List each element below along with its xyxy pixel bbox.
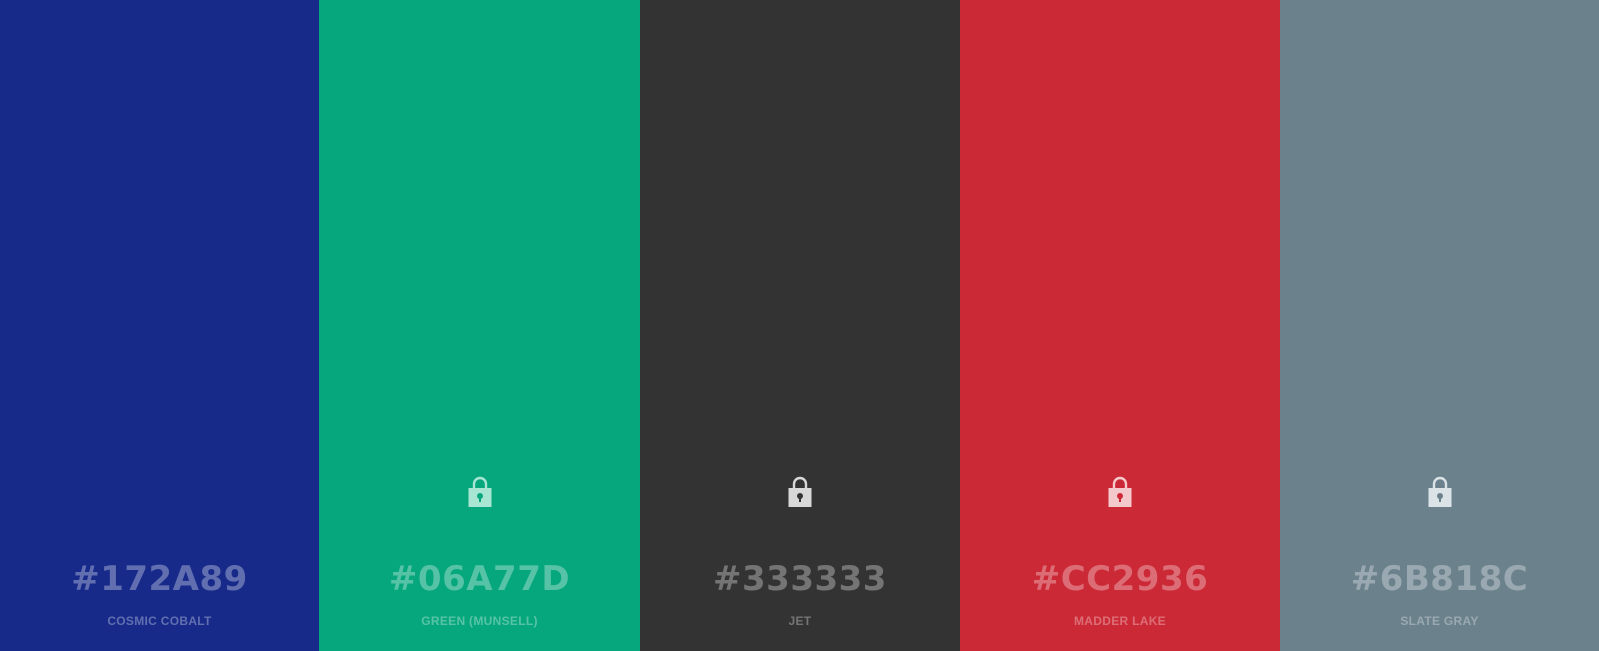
lock-icon[interactable] — [467, 474, 493, 508]
color-name: GREEN (MUNSELL) — [421, 614, 538, 628]
hex-code[interactable]: #333333 — [640, 556, 960, 602]
hex-code[interactable]: #06A77D — [319, 556, 640, 602]
lock-icon[interactable] — [787, 474, 813, 508]
lock-icon[interactable] — [1427, 474, 1453, 508]
color-name: SLATE GRAY — [1400, 614, 1479, 628]
lock-icon[interactable] — [1107, 474, 1133, 508]
swatch-jet[interactable]: #333333 JET — [640, 0, 960, 651]
swatch-cosmic-cobalt[interactable]: #172A89 COSMIC COBALT — [0, 0, 319, 651]
color-palette: #172A89 COSMIC COBALT #06A77D GREEN (MUN… — [0, 0, 1599, 651]
hex-code[interactable]: #172A89 — [0, 556, 319, 602]
color-name: COSMIC COBALT — [107, 614, 212, 628]
hex-code[interactable]: #CC2936 — [960, 556, 1280, 602]
swatch-slate-gray[interactable]: #6B818C SLATE GRAY — [1280, 0, 1599, 651]
hex-code[interactable]: #6B818C — [1280, 556, 1599, 602]
swatch-green-munsell[interactable]: #06A77D GREEN (MUNSELL) — [319, 0, 640, 651]
swatch-madder-lake[interactable]: #CC2936 MADDER LAKE — [960, 0, 1280, 651]
color-name: JET — [788, 614, 812, 628]
color-name: MADDER LAKE — [1074, 614, 1166, 628]
